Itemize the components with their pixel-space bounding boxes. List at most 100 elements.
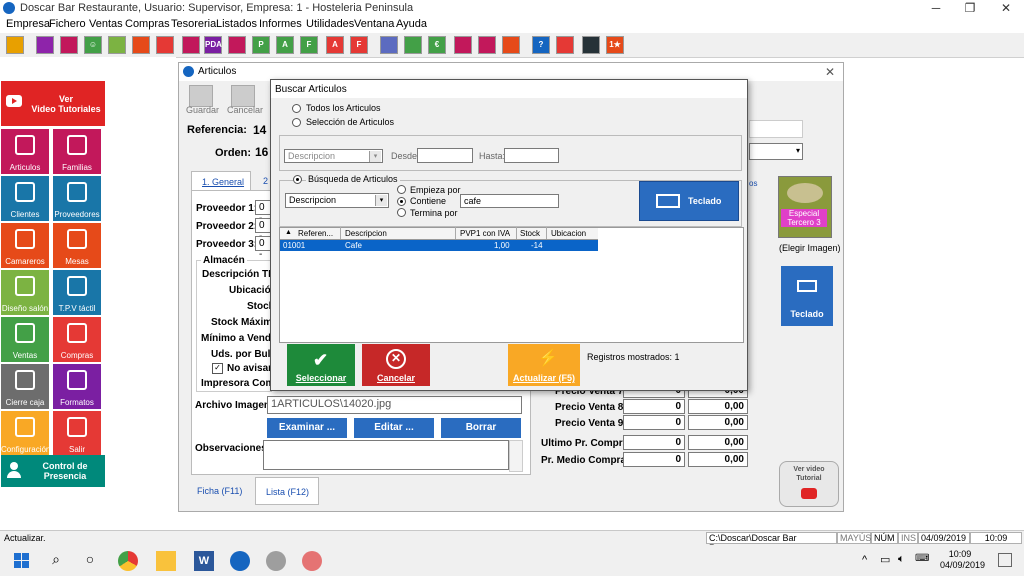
ficha-tab[interactable]: Ficha (F11) bbox=[187, 477, 249, 503]
cancelar-button[interactable]: ✕ Cancelar bbox=[362, 344, 430, 386]
video-tutorials-button[interactable]: Ver Video Tutoriales bbox=[1, 81, 105, 126]
chrome-icon[interactable] bbox=[118, 551, 138, 571]
doc-icon[interactable] bbox=[404, 36, 422, 54]
precio-field[interactable]: 0 bbox=[623, 435, 685, 450]
table-row[interactable]: 01001 Cafe 1,00 -14 bbox=[280, 240, 598, 251]
maximize-button[interactable]: ❐ bbox=[955, 0, 985, 17]
search-icon[interactable]: ⌕ bbox=[46, 551, 66, 571]
menu-ventas[interactable]: Ventas bbox=[89, 18, 123, 30]
notifications-icon[interactable] bbox=[998, 553, 1012, 567]
minimize-button[interactable]: ─ bbox=[921, 0, 951, 17]
sidebar-item-design[interactable]: Diseño salón bbox=[1, 270, 49, 315]
observaciones-scrollbar[interactable] bbox=[509, 440, 523, 472]
clock[interactable]: 10:09 04/09/2019 bbox=[940, 549, 985, 571]
exit-icon[interactable] bbox=[556, 36, 574, 54]
lista-tab[interactable]: Lista (F12) bbox=[255, 477, 319, 505]
tab-general[interactable]: 1. General bbox=[191, 171, 251, 192]
busqueda-radio[interactable] bbox=[293, 175, 302, 184]
file-explorer-icon[interactable] bbox=[156, 551, 176, 571]
precio-iva-field[interactable]: 0,00 bbox=[688, 399, 748, 414]
menu-ventana[interactable]: Ventana bbox=[354, 18, 394, 30]
sidebar-item-people[interactable]: Articulos bbox=[1, 129, 49, 174]
menu-informes[interactable]: Informes bbox=[259, 18, 302, 30]
video-tutorial-button[interactable]: Ver video Tutorial bbox=[779, 461, 839, 507]
seleccion-radio[interactable] bbox=[292, 118, 301, 127]
menu-ayuda[interactable]: Ayuda bbox=[396, 18, 427, 30]
menu-utilidades[interactable]: Utilidades bbox=[306, 18, 354, 30]
menu-compras[interactable]: Compras bbox=[125, 18, 170, 30]
archivo-imagen-field[interactable]: 1ARTICULOS\14020.jpg bbox=[267, 396, 522, 414]
sidebar-item-monitor[interactable]: T.P.V táctil bbox=[53, 270, 101, 315]
sidebar-item-euro[interactable]: Compras bbox=[53, 317, 101, 362]
f-red-icon[interactable]: F bbox=[350, 36, 368, 54]
precio-field[interactable]: 0 bbox=[623, 399, 685, 414]
guardar-button[interactable]: Guardar bbox=[186, 105, 219, 115]
save-icon[interactable] bbox=[189, 85, 213, 107]
palette-icon[interactable] bbox=[302, 551, 322, 571]
col-descripcion[interactable]: Descripcion bbox=[345, 229, 387, 238]
tools-icon[interactable] bbox=[582, 36, 600, 54]
precio-iva-field[interactable]: 0,00 bbox=[688, 452, 748, 467]
network-icon[interactable]: ▭ bbox=[880, 553, 890, 566]
seleccionar-button[interactable]: ✔ Seleccionar bbox=[287, 344, 355, 386]
group-icon[interactable] bbox=[36, 36, 54, 54]
busqueda-combo[interactable]: Descripcion ▾ bbox=[285, 193, 389, 208]
edit-icon[interactable] bbox=[6, 36, 24, 54]
menu-empresa[interactable]: Empresa bbox=[6, 18, 50, 30]
proveedor3-field[interactable]: 0 - bbox=[255, 236, 271, 260]
smiley-icon[interactable]: ☺ bbox=[84, 36, 102, 54]
dialog-teclado-button[interactable]: Teclado bbox=[639, 181, 739, 221]
precio-iva-field[interactable]: 0,00 bbox=[688, 435, 748, 450]
task-view-icon[interactable]: ○ bbox=[80, 551, 100, 571]
desde-field[interactable] bbox=[417, 148, 473, 163]
col-stock[interactable]: Stock bbox=[520, 229, 540, 238]
f-icon[interactable]: F bbox=[300, 36, 318, 54]
no-avisar-checkbox[interactable]: ✓ bbox=[212, 363, 223, 374]
examinar-button[interactable]: Examinar ... bbox=[267, 418, 347, 438]
sidebar-item-d[interactable]: Formatos bbox=[53, 364, 101, 409]
tree-icon[interactable] bbox=[60, 36, 78, 54]
sidebar-item-exit[interactable]: Salir bbox=[53, 411, 101, 456]
pie-icon[interactable] bbox=[228, 36, 246, 54]
cancelar-button[interactable]: Cancelar bbox=[227, 105, 263, 115]
p-icon[interactable]: P bbox=[252, 36, 270, 54]
flow-icon[interactable] bbox=[478, 36, 496, 54]
box-icon[interactable] bbox=[108, 36, 126, 54]
cancel-icon[interactable] bbox=[231, 85, 255, 107]
help-icon[interactable]: ? bbox=[532, 36, 550, 54]
control-presencia-button[interactable]: Control de Presencia bbox=[1, 455, 105, 487]
layout-icon[interactable] bbox=[182, 36, 200, 54]
articulos-close-button[interactable]: ✕ bbox=[825, 65, 835, 79]
empieza-radio[interactable] bbox=[397, 185, 406, 194]
search-input[interactable]: cafe bbox=[460, 194, 559, 208]
euro-icon[interactable]: € bbox=[428, 36, 446, 54]
sidebar-item-gear[interactable]: Configuración bbox=[1, 411, 50, 456]
paint-icon[interactable] bbox=[266, 551, 286, 571]
close-button[interactable]: ✕ bbox=[991, 0, 1021, 17]
observaciones-field[interactable] bbox=[263, 440, 509, 470]
contiene-radio[interactable] bbox=[397, 197, 406, 206]
sidebar-item-tables[interactable]: Mesas bbox=[53, 223, 101, 268]
sidebar-item-safe[interactable]: Cierre caja bbox=[1, 364, 49, 409]
one-star-icon[interactable]: 1★ bbox=[606, 36, 624, 54]
menu-fichero[interactable]: Fichero bbox=[49, 18, 86, 30]
pda-icon[interactable]: PDA bbox=[204, 36, 222, 54]
precio-iva-field[interactable]: 0,00 bbox=[688, 415, 748, 430]
teclado-button[interactable]: Teclado bbox=[781, 266, 833, 326]
proveedor1-field[interactable]: 0 - bbox=[255, 200, 271, 224]
doscar-icon[interactable] bbox=[230, 551, 250, 571]
windows-start-icon[interactable] bbox=[12, 551, 32, 571]
menu-tesoreria[interactable]: Tesoreria bbox=[171, 18, 216, 30]
col-pvp[interactable]: PVP1 con IVA bbox=[460, 229, 510, 238]
precio-field[interactable]: 0 bbox=[623, 452, 685, 467]
referencia-extra-field[interactable] bbox=[749, 120, 803, 138]
a-icon[interactable]: A bbox=[276, 36, 294, 54]
orden-combo[interactable]: ▾ bbox=[749, 143, 803, 160]
sidebar-item-waiters[interactable]: Camareros bbox=[1, 223, 49, 268]
editar-button[interactable]: Editar ... bbox=[354, 418, 434, 438]
termina-radio[interactable] bbox=[397, 208, 406, 217]
word-icon[interactable]: W bbox=[194, 551, 214, 571]
sidebar-item-tree[interactable]: Familias bbox=[53, 129, 101, 174]
sidebar-item-clients[interactable]: Clientes bbox=[1, 176, 49, 221]
volume-icon[interactable]: 🔈︎ bbox=[898, 553, 905, 566]
